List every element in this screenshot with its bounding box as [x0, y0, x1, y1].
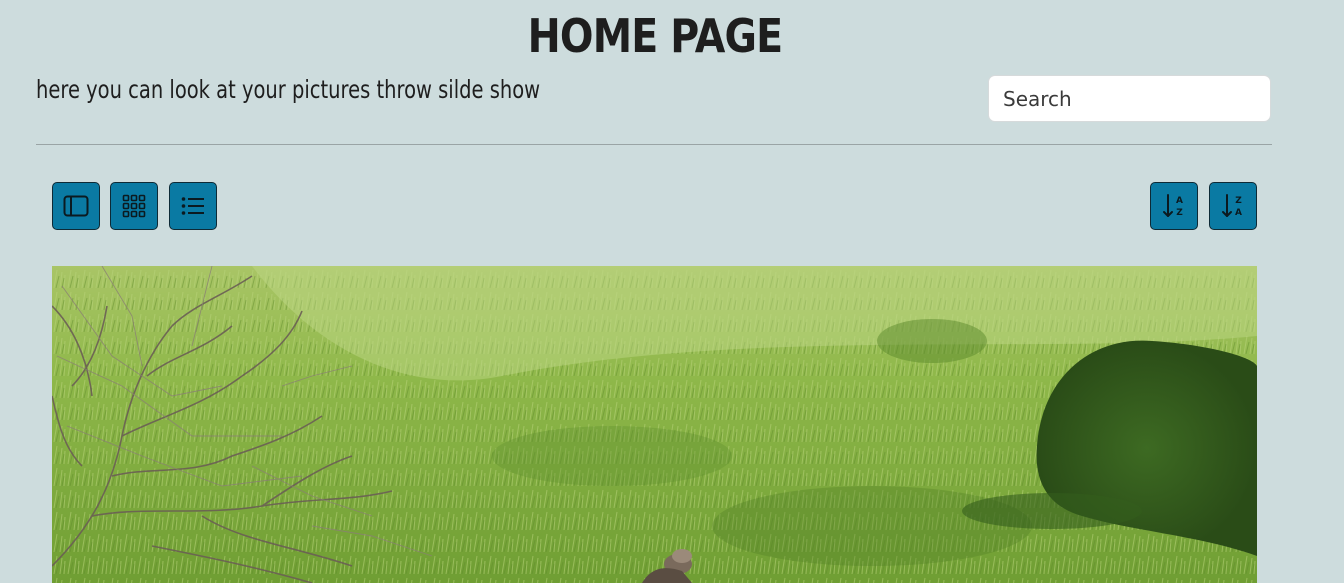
sort-alpha-down-icon: A Z [1163, 194, 1183, 218]
grid-view-button[interactable] [110, 182, 158, 230]
page-subtitle: here you can look at your pictures throw… [36, 75, 541, 104]
sort-za-bottom-letter: A [1235, 208, 1242, 218]
grassland-photo [52, 266, 1257, 583]
list-view-button[interactable] [169, 182, 217, 230]
sort-za-top-letter: Z [1235, 196, 1242, 206]
list-icon [181, 197, 204, 215]
page-title: HOME PAGE [527, 9, 784, 63]
sort-z-a-button[interactable]: Z A [1209, 182, 1257, 230]
sort-az-bottom-letter: Z [1176, 208, 1183, 218]
home-page: HOME PAGE here you can look at your pict… [0, 0, 1344, 583]
sort-a-z-button[interactable]: A Z [1150, 182, 1198, 230]
sort-alpha-up-icon: Z A [1222, 194, 1242, 218]
search-input[interactable] [988, 75, 1271, 122]
slideshow-image[interactable] [52, 266, 1257, 583]
header-divider [36, 144, 1272, 145]
sidebar-layout-icon [63, 195, 89, 217]
slideshow-view-button[interactable] [52, 182, 100, 230]
sort-az-top-letter: A [1176, 196, 1183, 206]
grid-icon [122, 194, 146, 218]
